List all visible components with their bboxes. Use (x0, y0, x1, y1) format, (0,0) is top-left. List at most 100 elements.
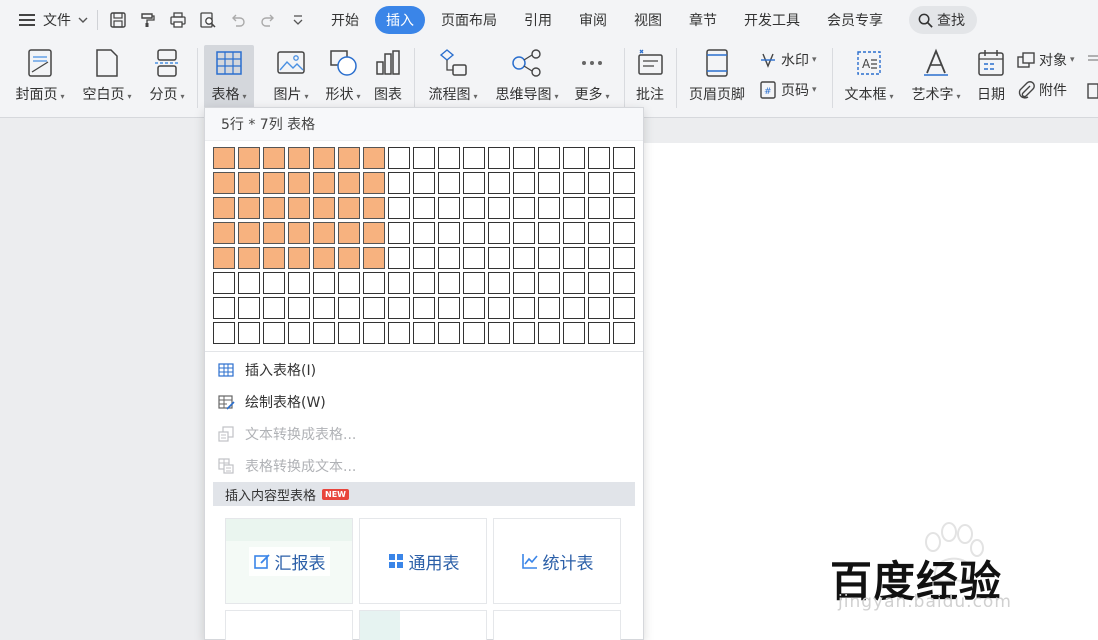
grid-cell[interactable] (463, 272, 485, 294)
grid-cell[interactable] (263, 147, 285, 169)
grid-cell[interactable] (438, 272, 460, 294)
grid-cell[interactable] (563, 272, 585, 294)
grid-cell[interactable] (413, 247, 435, 269)
grid-cell[interactable] (563, 247, 585, 269)
grid-cell[interactable] (563, 197, 585, 219)
date-button[interactable]: 日期 (974, 46, 1008, 104)
more-button[interactable]: 更多 ▾ (570, 46, 614, 104)
grid-cell[interactable] (338, 322, 360, 344)
grid-cell[interactable] (338, 247, 360, 269)
grid-cell[interactable] (488, 147, 510, 169)
grid-cell[interactable] (263, 272, 285, 294)
grid-cell[interactable] (588, 197, 610, 219)
shape-button[interactable]: 形状 ▾ (320, 46, 366, 104)
grid-cell[interactable] (263, 322, 285, 344)
grid-cell[interactable] (363, 322, 385, 344)
grid-cell[interactable] (213, 272, 235, 294)
grid-cell[interactable] (213, 322, 235, 344)
grid-cell[interactable] (238, 222, 260, 244)
grid-cell[interactable] (313, 147, 335, 169)
grid-cell[interactable] (288, 272, 310, 294)
grid-cell[interactable] (438, 147, 460, 169)
grid-cell[interactable] (488, 222, 510, 244)
grid-cell[interactable] (363, 147, 385, 169)
grid-cell[interactable] (288, 247, 310, 269)
grid-cell[interactable] (288, 147, 310, 169)
grid-cell[interactable] (238, 247, 260, 269)
grid-cell[interactable] (438, 222, 460, 244)
grid-cell[interactable] (588, 272, 610, 294)
grid-cell[interactable] (613, 172, 635, 194)
grid-cell[interactable] (313, 322, 335, 344)
tab-member[interactable]: 会员专享 (816, 6, 894, 34)
chart-button[interactable]: 图表 (370, 46, 406, 104)
grid-cell[interactable] (488, 172, 510, 194)
grid-cell[interactable] (413, 297, 435, 319)
grid-cell[interactable] (413, 147, 435, 169)
grid-cell[interactable] (488, 272, 510, 294)
grid-cell[interactable] (213, 147, 235, 169)
picture-button[interactable]: 图片 ▾ (268, 46, 314, 104)
grid-cell[interactable] (613, 247, 635, 269)
grid-cell[interactable] (413, 322, 435, 344)
object-button[interactable]: 对象 ▾ (1016, 50, 1075, 70)
grid-cell[interactable] (563, 147, 585, 169)
grid-cell[interactable] (613, 272, 635, 294)
grid-cell[interactable] (338, 147, 360, 169)
grid-cell[interactable] (463, 197, 485, 219)
format-painter-button[interactable] (136, 8, 160, 32)
grid-cell[interactable] (288, 297, 310, 319)
customize-toolbar-button[interactable] (286, 8, 310, 32)
grid-cell[interactable] (313, 172, 335, 194)
grid-cell[interactable] (463, 147, 485, 169)
grid-cell[interactable] (288, 197, 310, 219)
grid-cell[interactable] (388, 172, 410, 194)
grid-cell[interactable] (388, 272, 410, 294)
grid-cell[interactable] (313, 297, 335, 319)
grid-cell[interactable] (588, 172, 610, 194)
grid-cell[interactable] (213, 172, 235, 194)
tab-home[interactable]: 开始 (320, 6, 370, 34)
grid-cell[interactable] (588, 297, 610, 319)
grid-cell[interactable] (238, 147, 260, 169)
grid-cell[interactable] (313, 272, 335, 294)
wordart-button[interactable]: 艺术字 ▾ (907, 46, 965, 104)
grid-cell[interactable] (538, 172, 560, 194)
grid-cell[interactable] (288, 172, 310, 194)
tab-chapter[interactable]: 章节 (678, 6, 728, 34)
grid-cell[interactable] (213, 222, 235, 244)
search-button[interactable]: 查找 (909, 6, 977, 34)
cover-page-button[interactable]: 封面页 ▾ (12, 46, 68, 104)
grid-cell[interactable] (563, 222, 585, 244)
text-to-table-item[interactable]: 文本转换成表格... (217, 420, 356, 448)
grid-cell[interactable] (213, 297, 235, 319)
general-table-template[interactable]: 通用表 (359, 518, 487, 604)
grid-cell[interactable] (563, 172, 585, 194)
tab-page-layout[interactable]: 页面布局 (430, 6, 508, 34)
grid-cell[interactable] (313, 247, 335, 269)
ribbon-overflow-icon-2[interactable] (1086, 82, 1098, 100)
grid-cell[interactable] (463, 247, 485, 269)
grid-cell[interactable] (238, 172, 260, 194)
page-number-button[interactable]: # 页码 ▾ (758, 80, 817, 100)
grid-cell[interactable] (338, 222, 360, 244)
print-button[interactable] (166, 8, 190, 32)
grid-cell[interactable] (263, 222, 285, 244)
grid-cell[interactable] (613, 147, 635, 169)
redo-button[interactable] (256, 8, 280, 32)
template-preview[interactable] (359, 610, 487, 640)
tab-developer[interactable]: 开发工具 (733, 6, 811, 34)
grid-cell[interactable] (438, 197, 460, 219)
grid-cell[interactable] (263, 247, 285, 269)
grid-cell[interactable] (538, 197, 560, 219)
grid-cell[interactable] (263, 172, 285, 194)
statistics-table-template[interactable]: 统计表 (493, 518, 621, 604)
grid-cell[interactable] (263, 297, 285, 319)
textbox-button[interactable]: A 文本框 ▾ (840, 46, 898, 104)
grid-cell[interactable] (288, 222, 310, 244)
grid-cell[interactable] (513, 197, 535, 219)
grid-cell[interactable] (338, 297, 360, 319)
grid-cell[interactable] (538, 147, 560, 169)
table-button[interactable]: 表格 ▾ (204, 45, 254, 109)
grid-cell[interactable] (488, 247, 510, 269)
